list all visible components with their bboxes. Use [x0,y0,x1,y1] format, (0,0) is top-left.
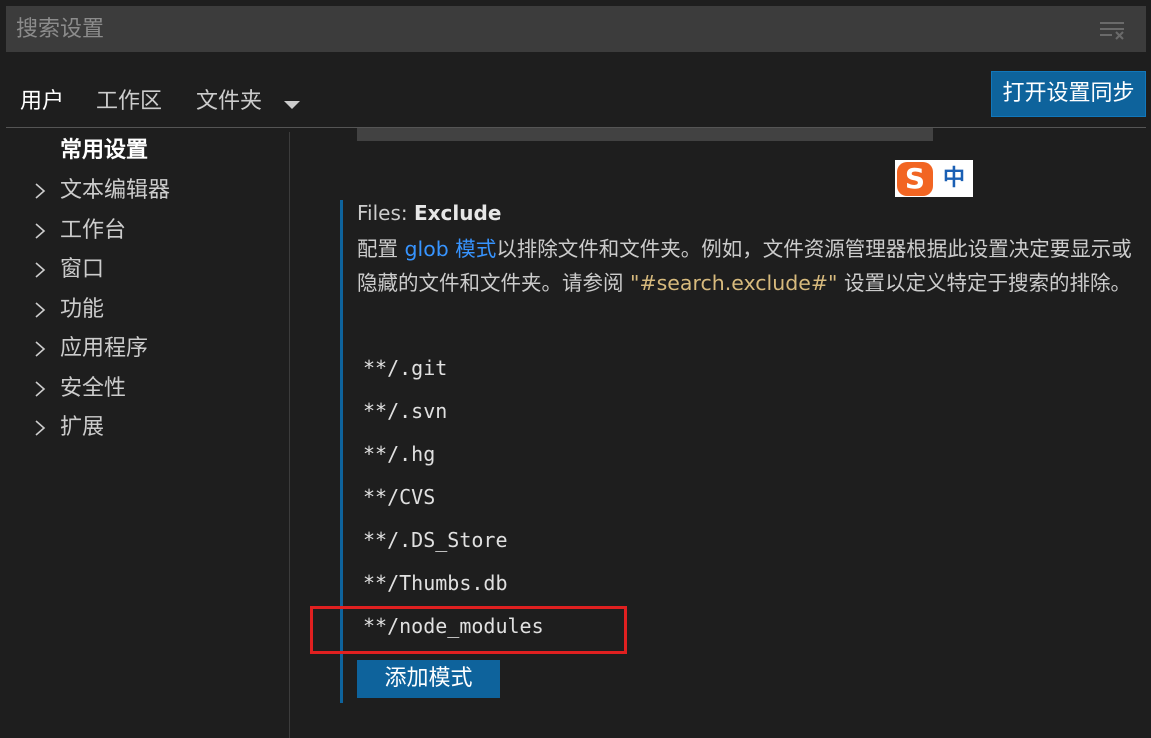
toc-item-workbench[interactable]: 工作台 [30,214,126,248]
toc-item-label: 工作台 [60,218,127,243]
tab-workspace[interactable]: 工作区 [96,82,162,122]
sogou-logo-icon: S [897,162,933,196]
glob-pattern-link[interactable]: glob 模式 [405,237,497,261]
toc-item-label: 应用程序 [60,336,149,361]
search-exclude-setting-reference[interactable]: "#search.exclude#" [630,271,837,295]
toc-item-label: 文本编辑器 [60,178,171,203]
chevron-right-icon [30,411,52,445]
setting-name: Exclude [413,201,502,225]
annotation-highlight-box [310,606,627,654]
list-item[interactable]: **/.git [357,350,917,386]
toc-item-label: 扩展 [60,415,105,440]
horizontal-scrollbar-thumb[interactable] [357,128,933,141]
add-pattern-button[interactable]: 添加模式 [357,660,500,698]
chevron-right-icon [30,174,52,208]
chevron-right-icon [30,214,52,248]
settings-editor: 用户 工作区 文件夹 打开设置同步 常用设置 文本编辑器 工作台 窗口 功能 应… [0,0,1151,738]
toc-item-label: 窗口 [60,257,105,282]
toc-item-extensions[interactable]: 扩展 [30,411,104,445]
list-item[interactable]: **/Thumbs.db [357,565,917,601]
ime-mode-label: 中 [942,166,965,191]
toc-item-label: 功能 [60,297,105,322]
toc-item-window[interactable]: 窗口 [30,253,104,287]
toc-item-label: 安全性 [60,376,127,401]
clear-filter-icon[interactable] [1098,20,1126,40]
toc-item-application[interactable]: 应用程序 [30,332,148,366]
toc-item-security[interactable]: 安全性 [30,372,126,406]
search-settings-input[interactable] [6,6,1106,52]
turn-on-settings-sync-button[interactable]: 打开设置同步 [991,71,1146,117]
chevron-down-icon[interactable] [282,96,302,109]
setting-title: Files: Exclude [357,198,501,228]
description-text: 设置以定义特定于搜索的排除。 [837,271,1131,295]
chevron-right-icon [30,332,52,366]
ime-indicator[interactable]: S 中 [895,160,973,197]
toc-item-label: 常用设置 [60,138,149,163]
chevron-right-icon [30,293,52,327]
tab-folder[interactable]: 文件夹 [196,82,262,122]
description-text: 配置 [357,237,405,261]
list-item[interactable]: **/.hg [357,436,917,472]
settings-toc: 常用设置 文本编辑器 工作台 窗口 功能 应用程序 安全性 扩展 [0,132,289,738]
toc-item-text-editor[interactable]: 文本编辑器 [30,174,170,208]
chevron-right-icon [30,372,52,406]
tab-user[interactable]: 用户 [20,82,64,122]
toc-item-features[interactable]: 功能 [30,293,104,327]
toc-item-commonly-used[interactable]: 常用设置 [30,134,148,168]
chevron-right-icon [30,253,52,287]
list-item[interactable]: **/.DS_Store [357,522,917,558]
list-item[interactable]: **/.svn [357,393,917,429]
search-bar [6,6,1146,52]
list-item[interactable]: **/CVS [357,479,917,515]
setting-description: 配置 glob 模式以排除文件和文件夹。例如，文件资源管理器根据此设置决定要显示… [357,232,1137,300]
setting-category: Files: [357,201,414,225]
toc-divider [289,132,290,738]
